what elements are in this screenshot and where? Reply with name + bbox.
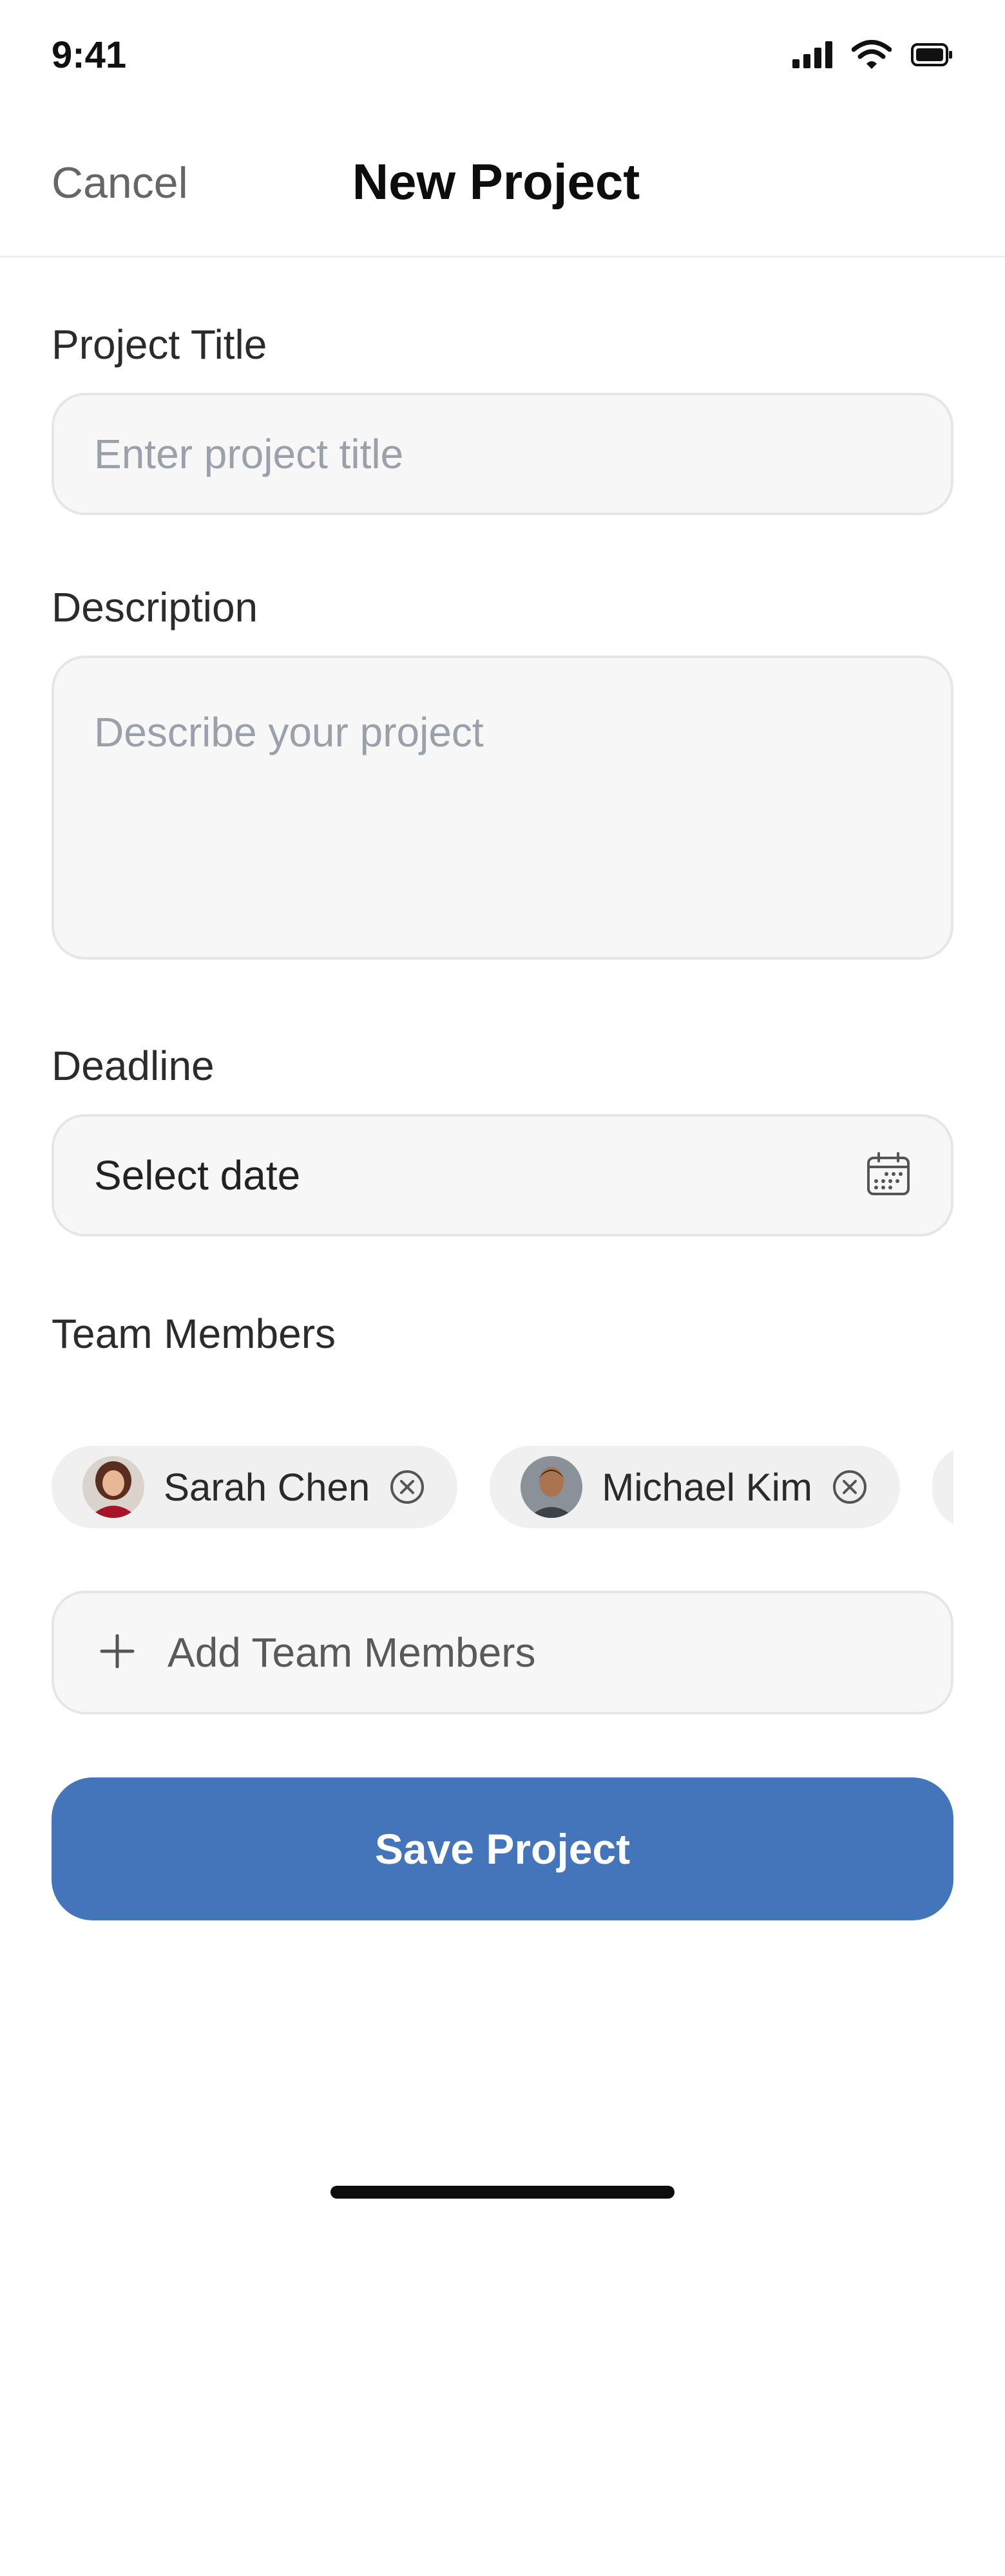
deadline-value: Select date [94,1152,301,1198]
calendar-icon [866,1151,911,1200]
description-label: Description [52,584,258,630]
home-indicator [330,2186,675,2199]
team-members-list: Sarah Chen Michael Kim [52,1446,953,1530]
team-members-label: Team Members [52,1311,336,1357]
new-project-screen: 9:41 Cancel New Project Project Title En… [0,0,1005,2576]
add-team-members-label: Add Team Members [168,1629,536,1676]
project-title-input[interactable] [54,395,951,513]
project-title-field [52,393,953,515]
deadline-label: Deadline [52,1043,215,1089]
cellular-signal-icon [792,41,832,71]
project-title-label: Project Title [52,321,267,368]
avatar [82,1456,144,1518]
member-chip: Michael Kim [490,1446,900,1528]
avatar [521,1456,583,1518]
remove-member-icon[interactable] [832,1469,868,1505]
description-input[interactable] [54,658,951,957]
member-chip-partial [932,1446,953,1528]
deadline-picker[interactable]: Select date [52,1114,953,1236]
member-name: Michael Kim [602,1465,812,1509]
add-team-members-button[interactable]: Add Team Members [52,1591,953,1714]
member-name: Sarah Chen [164,1465,370,1509]
page-title: New Project [352,153,640,210]
description-field [52,656,953,960]
member-chip: Sarah Chen [52,1446,458,1528]
remove-member-icon[interactable] [389,1469,425,1505]
save-project-button[interactable]: Save Project [52,1777,953,1920]
plus-icon [99,1633,135,1672]
status-bar: 9:41 [0,0,1005,113]
status-time: 9:41 [52,34,127,76]
battery-icon [911,43,953,70]
wifi-icon [851,40,892,73]
status-icons [792,40,953,73]
nav-bar: Cancel New Project [0,113,1005,258]
